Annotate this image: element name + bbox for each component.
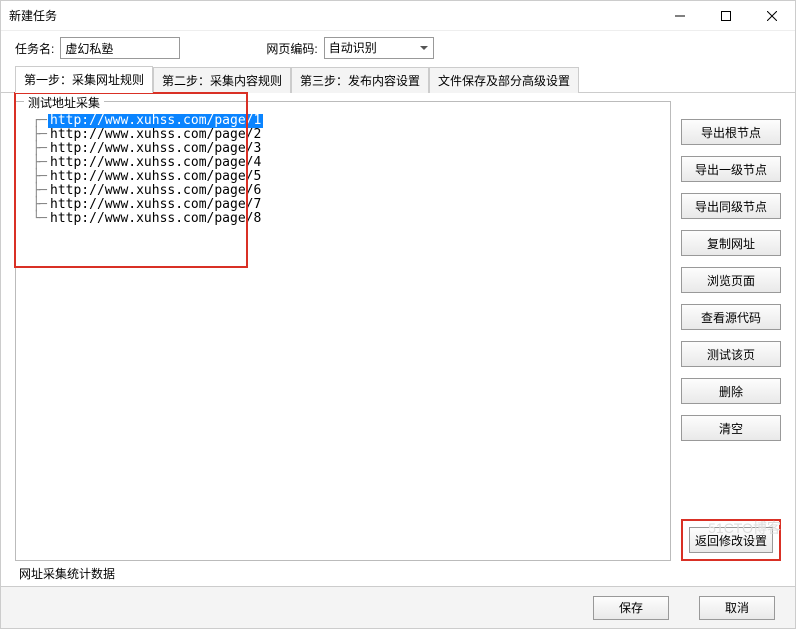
url-tree-label: http://www.xuhss.com/page/1 — [48, 114, 263, 128]
encoding-label: 网页编码: — [266, 40, 317, 57]
browse-page-button[interactable]: 浏览页面 — [681, 267, 781, 293]
task-name-input[interactable] — [60, 37, 180, 59]
tree-connector-icon: ├─ — [24, 184, 48, 198]
save-button[interactable]: 保存 — [593, 596, 669, 620]
close-button[interactable] — [749, 1, 795, 30]
tab-file-settings[interactable]: 文件保存及部分高级设置 — [429, 67, 579, 93]
url-tree-item[interactable]: ├─http://www.xuhss.com/page/7 — [24, 198, 662, 212]
tree-connector-icon: └─ — [24, 212, 48, 226]
highlight-box-back: 返回修改设置 — [681, 519, 781, 561]
titlebar: 新建任务 — [1, 1, 795, 31]
url-tree-item[interactable]: ├─http://www.xuhss.com/page/5 — [24, 170, 662, 184]
url-tree-label: http://www.xuhss.com/page/8 — [48, 212, 263, 226]
url-tree-item[interactable]: └─http://www.xuhss.com/page/8 — [24, 212, 662, 226]
url-tree-label: http://www.xuhss.com/page/4 — [48, 156, 263, 170]
clear-button[interactable]: 清空 — [681, 415, 781, 441]
url-tree[interactable]: ┌─http://www.xuhss.com/page/1├─http://ww… — [22, 112, 664, 554]
stats-label: 网址采集统计数据 — [15, 561, 781, 582]
view-source-button[interactable]: 查看源代码 — [681, 304, 781, 330]
url-tree-item[interactable]: ├─http://www.xuhss.com/page/6 — [24, 184, 662, 198]
tree-connector-icon: ├─ — [24, 156, 48, 170]
tree-connector-icon: ┌─ — [24, 114, 48, 128]
side-buttons: 导出根节点 导出一级节点 导出同级节点 复制网址 浏览页面 查看源代码 测试该页… — [681, 101, 781, 561]
tab-step1[interactable]: 第一步：采集网址规则 — [15, 66, 153, 93]
delete-button[interactable]: 删除 — [681, 378, 781, 404]
url-tree-item[interactable]: ┌─http://www.xuhss.com/page/1 — [24, 114, 662, 128]
export-root-button[interactable]: 导出根节点 — [681, 119, 781, 145]
url-tree-label: http://www.xuhss.com/page/2 — [48, 128, 263, 142]
content-row: 测试地址采集 ┌─http://www.xuhss.com/page/1├─ht… — [15, 101, 781, 561]
form-row: 任务名: 网页编码: 自动识别 — [1, 31, 795, 65]
groupbox-title: 测试地址采集 — [24, 94, 104, 111]
url-tree-label: http://www.xuhss.com/page/3 — [48, 142, 263, 156]
tabbar: 第一步：采集网址规则 第二步：采集内容规则 第三步：发布内容设置 文件保存及部分… — [1, 65, 795, 93]
minimize-button[interactable] — [657, 1, 703, 30]
url-tree-label: http://www.xuhss.com/page/5 — [48, 170, 263, 184]
tree-connector-icon: ├─ — [24, 198, 48, 212]
window: 新建任务 任务名: 网页编码: 自动识别 第一步：采集网址规则 第二步：采集内容… — [0, 0, 796, 629]
url-tree-item[interactable]: ├─http://www.xuhss.com/page/3 — [24, 142, 662, 156]
footer: 保存 取消 — [1, 586, 795, 628]
url-tree-label: http://www.xuhss.com/page/7 — [48, 198, 263, 212]
tab-step2[interactable]: 第二步：采集内容规则 — [153, 67, 291, 93]
copy-url-button[interactable]: 复制网址 — [681, 230, 781, 256]
main-area: 测试地址采集 ┌─http://www.xuhss.com/page/1├─ht… — [1, 93, 795, 586]
maximize-button[interactable] — [703, 1, 749, 30]
back-modify-button[interactable]: 返回修改设置 — [689, 527, 773, 553]
url-tree-item[interactable]: ├─http://www.xuhss.com/page/4 — [24, 156, 662, 170]
encoding-select[interactable]: 自动识别 — [324, 37, 434, 59]
url-tree-label: http://www.xuhss.com/page/6 — [48, 184, 263, 198]
tree-connector-icon: ├─ — [24, 170, 48, 184]
tree-connector-icon: ├─ — [24, 142, 48, 156]
tree-connector-icon: ├─ — [24, 128, 48, 142]
window-title: 新建任务 — [9, 7, 57, 24]
test-page-button[interactable]: 测试该页 — [681, 341, 781, 367]
export-level1-button[interactable]: 导出一级节点 — [681, 156, 781, 182]
export-sibling-button[interactable]: 导出同级节点 — [681, 193, 781, 219]
task-name-label: 任务名: — [15, 40, 54, 57]
cancel-button[interactable]: 取消 — [699, 596, 775, 620]
url-tree-item[interactable]: ├─http://www.xuhss.com/page/2 — [24, 128, 662, 142]
test-url-groupbox: 测试地址采集 ┌─http://www.xuhss.com/page/1├─ht… — [15, 101, 671, 561]
window-controls — [657, 1, 795, 30]
tab-step3[interactable]: 第三步：发布内容设置 — [291, 67, 429, 93]
encoding-combo[interactable]: 自动识别 — [324, 37, 434, 59]
